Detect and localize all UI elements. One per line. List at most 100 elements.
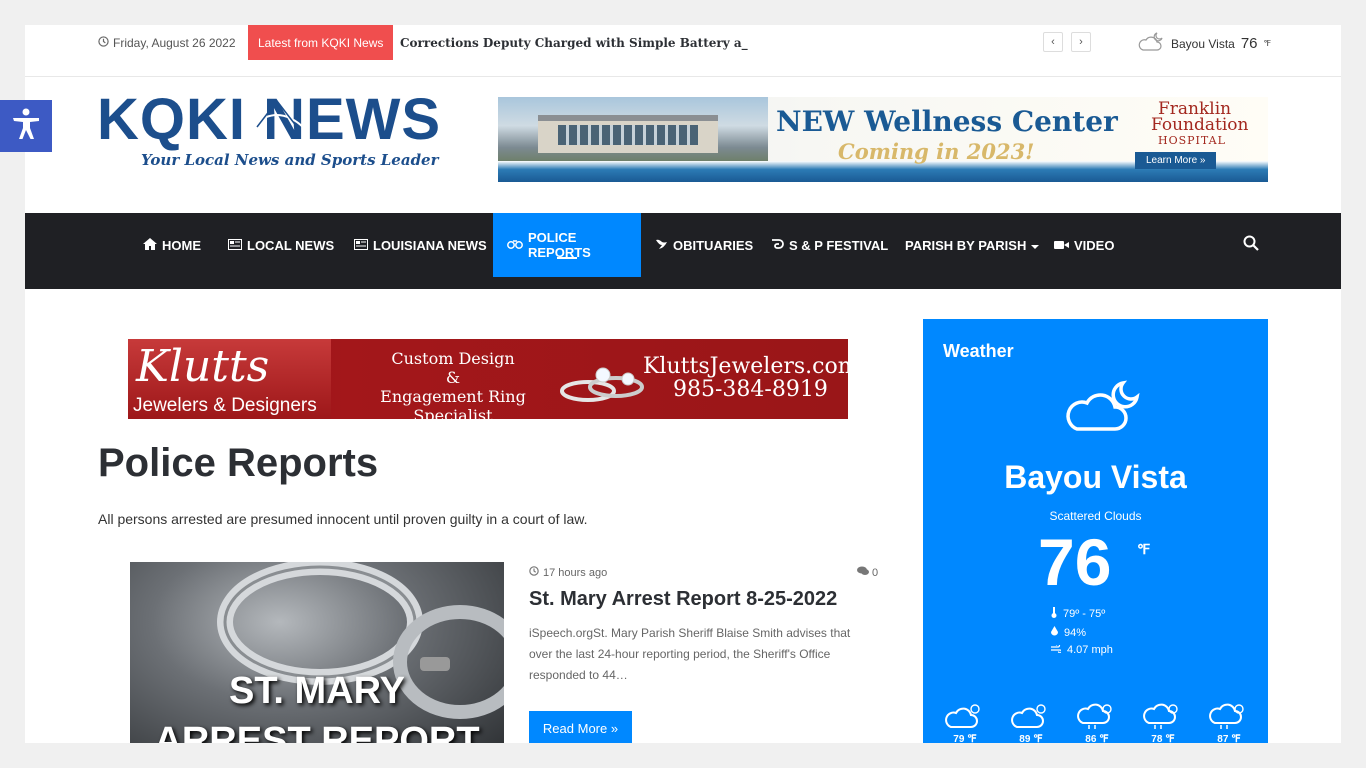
comments-icon xyxy=(857,566,869,579)
logo-tagline: Your Local News and Sports Leader xyxy=(141,151,439,169)
forecast-temp: 89 ℉ xyxy=(1019,734,1043,743)
forecast-temp: 78 ℉ xyxy=(1151,734,1175,743)
rain-sun-icon xyxy=(1143,703,1178,729)
wind-icon xyxy=(1051,643,1063,656)
nav-label: HOME xyxy=(162,237,201,253)
ring-image xyxy=(560,367,644,402)
weather-condition: Scattered Clouds xyxy=(1049,509,1142,523)
home-icon xyxy=(143,237,157,253)
weather-widget: Weather Bayou Vista Scattered Clouds 76 … xyxy=(923,319,1268,743)
weather-humidity: 94% xyxy=(1064,626,1087,639)
ticker-prev-button[interactable]: ‹ xyxy=(1043,32,1063,52)
clock-icon xyxy=(529,566,539,579)
thumbnail-title-line2: ARREST REPORT xyxy=(154,720,480,743)
ad-learn-more-button[interactable]: Learn More » xyxy=(1135,152,1217,169)
nav-item-louisiana-news[interactable]: LOUISIANA NEWS xyxy=(340,213,501,277)
nav-item-local-news[interactable]: LOCAL NEWS xyxy=(214,213,348,277)
nav-label: PARISH BY PARISH xyxy=(905,237,1027,253)
weather-wind: 4.07 mph xyxy=(1067,644,1113,656)
nav-label: S & P FESTIVAL xyxy=(789,237,889,253)
page-description: All persons arrested are presumed innoce… xyxy=(98,511,588,527)
nav-label: OBITUARIES xyxy=(673,237,754,253)
ad-tagline-line2: & xyxy=(445,368,461,387)
newspaper-icon xyxy=(354,238,368,253)
dove-icon xyxy=(655,238,668,253)
forecast-day: 89 ℉ xyxy=(1011,701,1051,743)
forecast-temp: 86 ℉ xyxy=(1085,734,1109,743)
chevron-left-icon: ‹ xyxy=(1051,36,1055,48)
search-icon xyxy=(1243,235,1259,255)
top-bar: Friday, August 26 2022 Latest from KQKI … xyxy=(25,25,1341,77)
ad-contact: KluttsJewelers.com 985-384-8919 xyxy=(643,355,848,401)
ad-url: KluttsJewelers.com xyxy=(643,354,848,379)
weather-wind-row: 4.07 mph xyxy=(1051,643,1113,656)
active-indicator xyxy=(557,257,577,259)
top-weather: Bayou Vista 76 ℉ xyxy=(1137,31,1271,56)
nav-label: LOCAL NEWS xyxy=(247,237,335,253)
post-title[interactable]: St. Mary Arrest Report 8-25-2022 xyxy=(529,588,837,611)
breaking-news-ticker[interactable]: Corrections Deputy Charged with Simple B… xyxy=(400,36,748,50)
ad-brand-line3: HOSPITAL xyxy=(1158,134,1226,147)
nav-item-parish-by-parish[interactable]: PARISH BY PARISH xyxy=(891,213,1053,277)
weather-title: Weather xyxy=(943,341,1014,361)
nav-item-obituaries[interactable]: OBITUARIES xyxy=(641,213,767,277)
ad-subname: Jewelers & Designers xyxy=(133,395,317,416)
forecast-day: 79 ℉ xyxy=(945,701,985,743)
bridge-graphic xyxy=(247,99,307,132)
weather-humidity-row: 94% xyxy=(1051,626,1086,639)
droplet-icon xyxy=(1051,626,1058,639)
ad-phone: 985-384-8919 xyxy=(673,377,828,402)
cloud-moon-icon xyxy=(1063,379,1143,440)
nav-item-home[interactable]: HOME xyxy=(129,213,215,277)
nav-item-s-and-p-festival[interactable]: S & P FESTIVAL xyxy=(757,213,902,277)
weather-forecast: 79 ℉ 89 ℉ 86 ℉ 78 ℉ 87 ℉ xyxy=(945,701,1255,743)
ad-brand: Franklin Foundation HOSPITAL xyxy=(1123,101,1248,149)
rain-sun-icon xyxy=(1209,703,1244,729)
nav-label: LOUISIANA NEWS xyxy=(373,237,487,253)
nav-item-video[interactable]: VIDEO xyxy=(1040,213,1128,277)
shrimp-icon xyxy=(771,238,784,253)
ad-script-name: Klutts xyxy=(136,341,270,392)
cloud-sun-icon xyxy=(1011,704,1046,728)
nav-label: POLICE REPORTS xyxy=(528,230,591,260)
current-date: Friday, August 26 2022 xyxy=(98,36,236,50)
ad-subtitle: Coming in 2023! xyxy=(838,139,1035,164)
video-icon xyxy=(1054,238,1069,253)
main-nav: HOME LOCAL NEWS LOUISIANA NEWS POLICE RE… xyxy=(25,213,1341,289)
weather-city: Bayou Vista xyxy=(1004,459,1187,495)
ticker-next-button[interactable]: › xyxy=(1071,32,1091,52)
post-comments-count[interactable]: 0 xyxy=(857,566,878,579)
hospital-banner-ad[interactable]: NEW Wellness Center Coming in 2023! Fran… xyxy=(498,97,1268,182)
page-frame: Friday, August 26 2022 Latest from KQKI … xyxy=(25,25,1341,743)
jewelers-banner-ad[interactable]: Klutts Jewelers & Designers Custom Desig… xyxy=(128,339,848,419)
search-button[interactable] xyxy=(1243,235,1259,256)
nav-item-police-reports[interactable]: POLICE REPORTS xyxy=(493,213,641,277)
top-weather-city: Bayou Vista xyxy=(1171,36,1235,51)
weather-range-row: 79º - 75º xyxy=(1051,607,1105,621)
accessibility-button[interactable] xyxy=(0,100,52,152)
site-logo[interactable]: KQKI NEWS Your Local News and Sports Lea… xyxy=(97,91,472,175)
rain-sun-icon xyxy=(1077,703,1112,729)
forecast-temp: 79 ℉ xyxy=(953,734,977,743)
post-time: 17 hours ago xyxy=(529,566,607,579)
clock-icon xyxy=(98,36,109,50)
forecast-day: 87 ℉ xyxy=(1209,701,1249,743)
thumbnail-title-line1: ST. MARY xyxy=(229,670,405,712)
weather-unit: ℉ xyxy=(1137,541,1151,557)
handcuffs-icon xyxy=(507,238,523,253)
handcuffs-image xyxy=(217,562,504,719)
ad-brand-line2: Foundation xyxy=(1151,115,1249,135)
weather-temp: 76 xyxy=(1038,525,1112,599)
ad-building-image xyxy=(498,97,768,169)
post-thumbnail[interactable]: ST. MARY ARREST REPORT xyxy=(130,562,504,743)
cloud-sun-icon xyxy=(945,704,980,728)
top-weather-unit: ℉ xyxy=(1263,39,1272,48)
chevron-right-icon: › xyxy=(1079,36,1083,48)
weather-range: 79º - 75º xyxy=(1063,608,1106,620)
comments-count-text: 0 xyxy=(872,566,879,579)
cloud-moon-icon xyxy=(1137,31,1165,56)
ad-tagline-line3: Engagement Ring Specialist xyxy=(380,387,526,419)
forecast-temp: 87 ℉ xyxy=(1217,734,1241,743)
top-weather-temp: 76 xyxy=(1240,35,1258,52)
read-more-button[interactable]: Read More » xyxy=(529,711,632,743)
